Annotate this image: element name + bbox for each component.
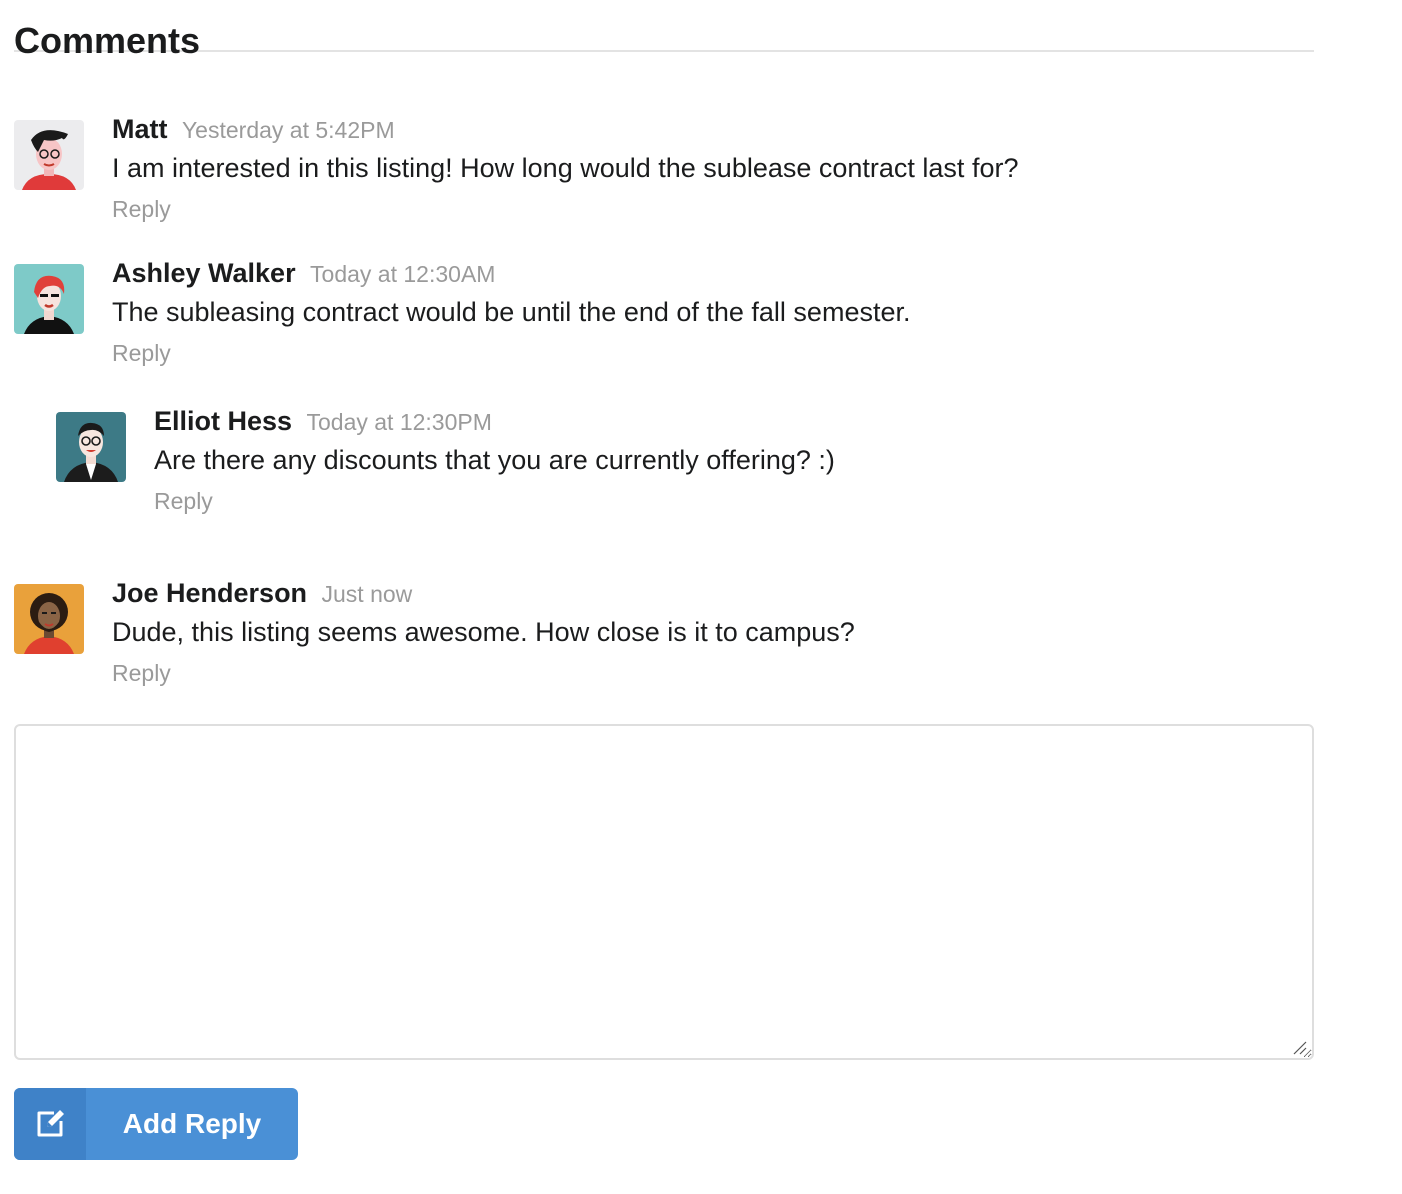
comment: Matt Yesterday at 5:42PM I am interested… xyxy=(14,112,1314,232)
add-reply-button[interactable]: Add Reply xyxy=(14,1088,298,1160)
reply-link[interactable]: Reply xyxy=(112,340,171,367)
comment-author[interactable]: Joe Henderson xyxy=(112,578,307,608)
comment-author[interactable]: Elliot Hess xyxy=(154,406,292,436)
comment-content: Matt Yesterday at 5:42PM I am interested… xyxy=(112,112,1314,223)
comment-content: Elliot Hess Today at 12:30PM Are there a… xyxy=(154,404,1314,515)
comment-timestamp: Yesterday at 5:42PM xyxy=(181,117,395,143)
comment-meta: Ashley Walker Today at 12:30AM xyxy=(112,256,1314,290)
comments-section: Comments xyxy=(14,0,1314,61)
nested-comment: Elliot Hess Today at 12:30PM Are there a… xyxy=(56,404,1314,524)
reply-link[interactable]: Reply xyxy=(112,660,171,687)
comment-text: Are there any discounts that you are cur… xyxy=(154,445,835,475)
comment-author[interactable]: Matt xyxy=(112,114,168,144)
comment-text: I am interested in this listing! How lon… xyxy=(112,153,1019,183)
comments-heading: Comments xyxy=(14,20,201,61)
comment-timestamp: Today at 12:30PM xyxy=(306,409,492,435)
edit-icon xyxy=(37,1110,64,1137)
comment-timestamp: Just now xyxy=(321,581,413,607)
comment-author[interactable]: Ashley Walker xyxy=(112,258,296,288)
comment-content: Ashley Walker Today at 12:30AM The suble… xyxy=(112,256,1314,367)
comment-meta: Joe Henderson Just now xyxy=(112,576,1314,610)
add-reply-label: Add Reply xyxy=(122,1108,262,1139)
comment: Joe Henderson Just now Dude, this listin… xyxy=(14,576,1314,696)
comment: Ashley Walker Today at 12:30AM The suble… xyxy=(14,256,1314,376)
comment-content: Joe Henderson Just now Dude, this listin… xyxy=(112,576,1314,687)
man-glasses-avatar-icon[interactable] xyxy=(56,412,126,482)
comment-meta: Matt Yesterday at 5:42PM xyxy=(112,112,1314,146)
heading-divider xyxy=(14,50,1314,52)
comment-timestamp: Today at 12:30AM xyxy=(310,261,496,287)
comment-text: The subleasing contract would be until t… xyxy=(112,297,911,327)
reply-link[interactable]: Reply xyxy=(154,488,213,515)
woman-avatar-icon[interactable] xyxy=(14,264,84,334)
edit-icon-box xyxy=(14,1088,86,1160)
reply-textarea[interactable] xyxy=(14,724,1314,1060)
comment-meta: Elliot Hess Today at 12:30PM xyxy=(154,404,1314,438)
comment-text: Dude, this listing seems awesome. How cl… xyxy=(112,617,855,647)
man-avatar-icon[interactable] xyxy=(14,120,84,190)
reply-link[interactable]: Reply xyxy=(112,196,171,223)
man-beard-avatar-icon[interactable] xyxy=(14,584,84,654)
